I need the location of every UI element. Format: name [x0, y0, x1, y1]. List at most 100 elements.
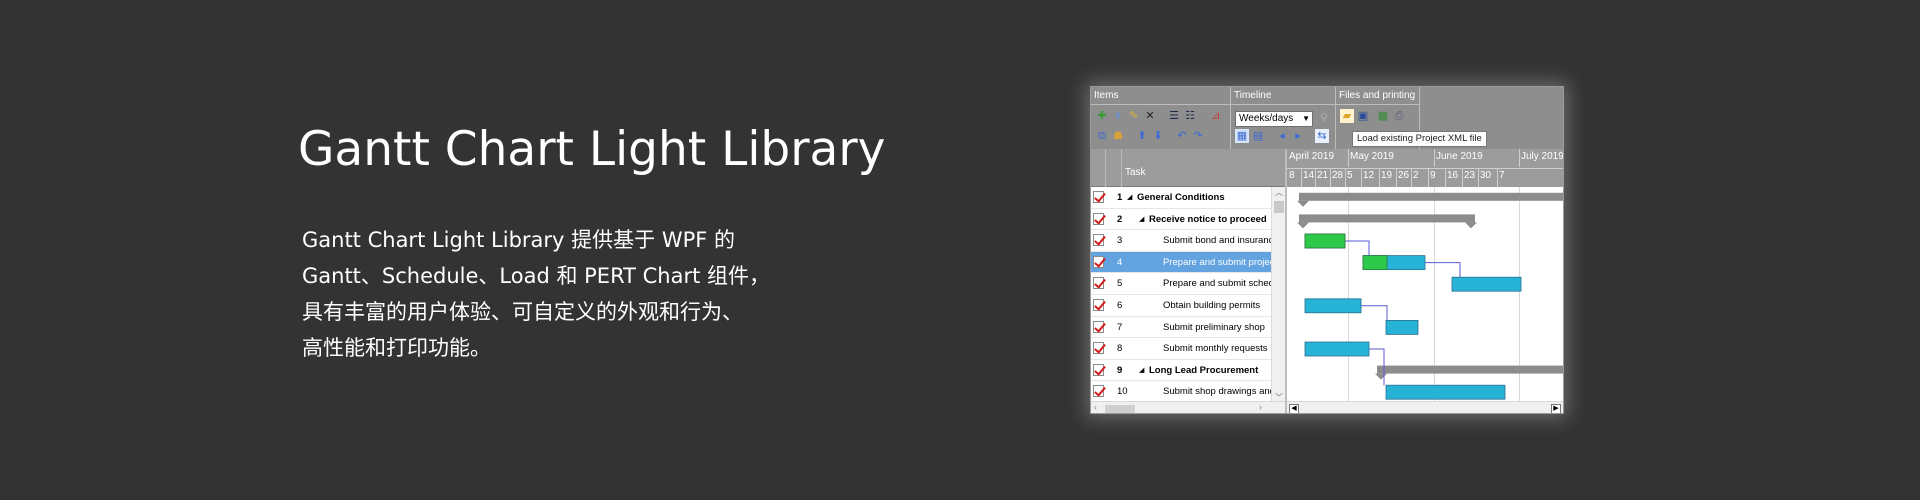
task-row[interactable]: 7 Submit preliminary shop [1091, 317, 1271, 339]
task-name: Submit monthly requests [1163, 343, 1268, 355]
summary-start-marker[interactable] [1297, 222, 1309, 229]
day-divider [1497, 168, 1498, 187]
day-divider [1345, 168, 1346, 187]
month-divider [1348, 149, 1349, 167]
task-row[interactable]: 3 Submit bond and insurance [1091, 230, 1271, 252]
description-line: Gantt、Schedule、Load 和 PERT Chart 组件， [302, 264, 771, 288]
summary-start-marker[interactable] [1297, 200, 1309, 207]
scroll-left-icon[interactable]: ◂ [1275, 129, 1289, 143]
scroll-left-icon[interactable]: ‹ [1094, 402, 1097, 412]
summary-bar[interactable] [1299, 214, 1475, 223]
timeline-month-label: April 2019 [1289, 151, 1335, 162]
task-row[interactable]: 4 Prepare and submit project [1091, 251, 1271, 274]
task-row[interactable]: 5 Prepare and submit schedule [1091, 273, 1271, 295]
summary-end-marker[interactable] [1465, 222, 1477, 229]
zoom-icon[interactable]: ⚲ [1317, 111, 1331, 125]
delete-item-icon[interactable]: ✕ [1143, 109, 1157, 123]
scroll-right-icon[interactable]: › [1259, 402, 1262, 412]
chart-view-icon[interactable]: ⊿ [1209, 109, 1223, 123]
scroll-up-icon[interactable]: ︿ [1275, 187, 1283, 198]
ribbon-toolbar: Items ✚ ⇟ ✎ ✕ ☰ ☷ ⊿ ⧉ ☗ ⬆ ⬇ ↶ ↷ Timeline… [1091, 87, 1563, 149]
task-name: Prepare and submit schedule [1163, 278, 1271, 290]
summary-bar[interactable] [1299, 192, 1564, 201]
move-up-icon[interactable]: ⬆ [1135, 129, 1149, 143]
grid-header: Task [1091, 149, 1285, 187]
open-folder-icon[interactable]: ▰ [1340, 109, 1354, 123]
task-bar[interactable] [1385, 384, 1506, 400]
add-resource-icon[interactable]: ☗ [1111, 129, 1125, 143]
scroll-right-icon[interactable]: ▸ [1291, 129, 1305, 143]
task-checkbox[interactable] [1093, 385, 1104, 398]
task-number: 2 [1117, 213, 1123, 225]
save-icon[interactable]: ▣ [1356, 109, 1370, 123]
collapse-toggle-icon[interactable]: ◢ [1139, 360, 1144, 381]
task-checkbox[interactable] [1093, 234, 1104, 247]
timeline-scale-select[interactable]: Weeks/days ▼ [1235, 111, 1313, 127]
export-image-icon[interactable]: ▩ [1376, 109, 1390, 123]
scroll-left-icon[interactable]: ◀ [1289, 404, 1299, 413]
task-row[interactable]: 2 ◢ Receive notice to proceed [1091, 209, 1271, 231]
task-checkbox[interactable] [1093, 212, 1104, 225]
calendar-view-icon[interactable]: ▤ [1251, 129, 1265, 143]
timeline-month-label: June 2019 [1436, 151, 1483, 162]
task-bar[interactable] [1451, 276, 1522, 292]
move-down-icon[interactable]: ⬇ [1151, 129, 1165, 143]
collapse-toggle-icon[interactable]: ◢ [1127, 187, 1132, 208]
task-bar[interactable] [1304, 298, 1362, 314]
chart-horizontal-scrollbar[interactable]: ◀ ▶ [1287, 401, 1563, 413]
scroll-right-icon[interactable]: ▶ [1551, 404, 1561, 413]
task-bar[interactable] [1385, 319, 1419, 335]
undo-icon[interactable]: ↶ [1175, 129, 1189, 143]
task-name: Obtain building permits [1163, 300, 1261, 311]
timeline-month-label: July 2019 [1521, 151, 1564, 162]
timeline-day-label: 28 [1332, 170, 1344, 181]
timeline-day-label: 26 [1398, 170, 1410, 181]
task-name: Submit preliminary shop [1163, 321, 1265, 333]
description-line: 具有丰富的用户体验、可自定义的外观和行为、 [302, 300, 743, 324]
timeline-separator [1287, 168, 1563, 169]
day-divider [1478, 168, 1479, 187]
indent-icon[interactable]: ☰ [1167, 109, 1181, 123]
task-name: Prepare and submit project [1163, 256, 1271, 268]
task-checkbox[interactable] [1093, 363, 1104, 376]
task-bar[interactable] [1304, 341, 1370, 357]
task-row[interactable]: 8 Submit monthly requests [1091, 338, 1271, 360]
task-column-header[interactable]: Task [1125, 167, 1146, 178]
task-checkbox[interactable] [1093, 255, 1104, 268]
month-divider [1519, 149, 1520, 167]
task-row[interactable]: 10 Submit shop drawings and [1091, 381, 1271, 403]
grid-view-icon[interactable]: ▦ [1235, 129, 1249, 143]
go-to-today-icon[interactable]: ⇆ [1315, 129, 1329, 143]
task-checkbox[interactable] [1093, 342, 1104, 355]
task-checkbox[interactable] [1093, 191, 1104, 203]
redo-icon[interactable]: ↷ [1191, 129, 1205, 143]
timeline-day-label: 12 [1363, 170, 1375, 181]
grid-horizontal-scrollbar[interactable]: ‹ › [1091, 401, 1285, 413]
task-checkbox[interactable] [1093, 277, 1104, 290]
task-number: 7 [1117, 321, 1123, 333]
task-checkbox[interactable] [1093, 320, 1104, 333]
task-row[interactable]: 9 ◢ Long Lead Procurement [1091, 360, 1271, 382]
task-progress[interactable] [1362, 255, 1388, 270]
scrollbar-thumb[interactable] [1274, 201, 1284, 213]
tooltip: Load existing Project XML file [1352, 131, 1487, 147]
task-row[interactable]: 1 ◢ General Conditions [1091, 187, 1271, 209]
insert-item-icon[interactable]: ⇟ [1111, 109, 1125, 123]
day-divider [1379, 168, 1380, 187]
summary-start-marker[interactable] [1375, 373, 1387, 380]
scrollbar-thumb[interactable] [1105, 405, 1135, 413]
timeline-day-label: 2 [1413, 170, 1419, 181]
task-progress[interactable] [1304, 233, 1346, 249]
add-item-icon[interactable]: ✚ [1095, 109, 1109, 123]
outdent-icon[interactable]: ☷ [1183, 109, 1197, 123]
grid-vertical-scrollbar[interactable]: ︿ ﹀ [1271, 187, 1285, 403]
timeline-header: April 2019 May 2019 June 2019 July 2019 8 14… [1287, 149, 1564, 187]
task-checkbox[interactable] [1093, 299, 1104, 311]
day-divider [1315, 168, 1316, 187]
add-predecessor-icon[interactable]: ⧉ [1095, 129, 1109, 143]
task-row[interactable]: 6 Obtain building permits [1091, 295, 1271, 317]
edit-item-icon[interactable]: ✎ [1127, 109, 1141, 123]
print-icon[interactable]: ⎙ [1392, 109, 1406, 123]
summary-bar[interactable] [1377, 365, 1564, 374]
collapse-toggle-icon[interactable]: ◢ [1139, 209, 1144, 230]
